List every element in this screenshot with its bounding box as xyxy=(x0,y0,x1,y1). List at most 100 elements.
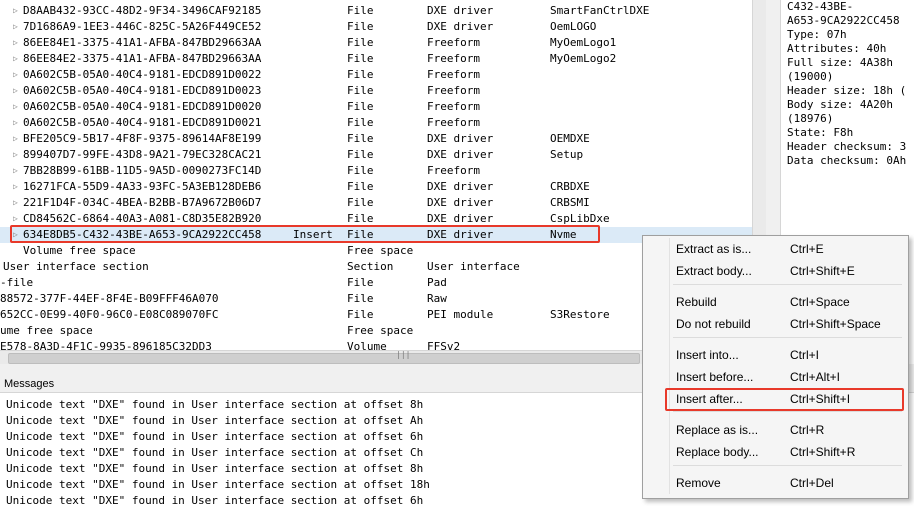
menu-item-insert-into[interactable]: Insert into... Ctrl+I xyxy=(645,345,904,365)
menu-item-shortcut: Ctrl+I xyxy=(790,348,820,362)
messages-title: Messages xyxy=(4,378,55,390)
cell-type: File xyxy=(347,308,374,321)
expand-arrow-icon[interactable]: ▷ xyxy=(13,179,18,195)
cell-type: File xyxy=(347,132,374,145)
tree-row[interactable]: ▷ 634E8DB5-C432-43BE-A653-9CA2922CC458 Ins… xyxy=(0,227,752,243)
cell-text: MyOemLogo1 xyxy=(550,36,617,49)
tree-row[interactable]: ▷ 7D1686A9-1EE3-446C-825C-5A26F449CE52 Fil… xyxy=(0,19,752,35)
message-line[interactable]: Unicode text "DXE" found in User interfa… xyxy=(6,397,423,413)
expand-arrow-icon[interactable]: ▷ xyxy=(13,51,18,67)
menu-item-insert-before[interactable]: Insert before... Ctrl+Alt+I xyxy=(645,367,904,387)
info-line: Body size: 4A20h xyxy=(787,98,893,111)
cell-type: File xyxy=(347,36,374,49)
cell-subtype: Freeform xyxy=(427,36,480,49)
cell-type: File xyxy=(347,148,374,161)
tree-row[interactable]: ▷ 0A602C5B-05A0-40C4-9181-EDCD891D0020 Fil… xyxy=(0,99,752,115)
menu-item-shortcut: Ctrl+Alt+I xyxy=(790,370,841,384)
tree-row[interactable]: ▷ BFE205C9-5B17-4F8F-9375-89614AF8E199 Fil… xyxy=(0,131,752,147)
scrollbar-thumb[interactable] xyxy=(8,353,640,364)
menu-item-do-not-rebuild[interactable]: Do not rebuild Ctrl+Shift+Space xyxy=(645,314,904,334)
tree-row[interactable]: ▷ 0A602C5B-05A0-40C4-9181-EDCD891D0021 Fil… xyxy=(0,115,752,131)
cell-text: S3Restore xyxy=(550,308,610,321)
cell-type: File xyxy=(347,100,374,113)
expand-arrow-icon[interactable]: ▷ xyxy=(13,195,18,211)
cell-name: BFE205C9-5B17-4F8F-9375-89614AF8E199 xyxy=(23,132,262,145)
structure-tree[interactable]: ▷ D8AAB432-93CC-48D2-9F34-3496CAF92185 Fil… xyxy=(0,0,752,350)
message-line[interactable]: Unicode text "DXE" found in User interfa… xyxy=(6,429,423,445)
cell-subtype: Pad xyxy=(427,276,447,289)
menu-item-label: Insert into... xyxy=(676,348,739,362)
expand-arrow-icon[interactable]: ▷ xyxy=(13,67,18,83)
cell-text: SmartFanCtrlDXE xyxy=(550,4,650,17)
expand-arrow-icon[interactable]: ▷ xyxy=(13,35,18,51)
menu-item-label: Extract as is... xyxy=(676,242,752,256)
cell-name: 86EE84E2-3375-41A1-AFBA-847BD29663AA xyxy=(23,52,262,65)
expand-arrow-icon[interactable]: ▷ xyxy=(13,211,18,227)
cell-subtype: DXE driver xyxy=(427,4,494,17)
message-line[interactable]: Unicode text "DXE" found in User interfa… xyxy=(6,445,423,461)
expand-arrow-icon[interactable]: ▷ xyxy=(13,227,18,243)
tree-row[interactable]: Volume free space Free space xyxy=(0,243,752,259)
tree-row[interactable]: -file File Pad xyxy=(0,275,752,291)
expand-arrow-icon[interactable]: ▷ xyxy=(13,163,18,179)
expand-arrow-icon[interactable]: ▷ xyxy=(13,3,18,19)
info-line: Type: 07h xyxy=(787,28,847,41)
tree-row[interactable]: E578-8A3D-4F1C-9935-896185C32DD3 Volume FF… xyxy=(0,339,752,350)
tree-row[interactable]: ▷ 0A602C5B-05A0-40C4-9181-EDCD891D0022 Fil… xyxy=(0,67,752,83)
tree-row[interactable]: ▷ CD84562C-6864-40A3-A081-C8D35E82B920 Fil… xyxy=(0,211,752,227)
menu-item-replace-as-is[interactable]: Replace as is... Ctrl+R xyxy=(645,420,904,440)
expand-arrow-icon[interactable]: ▷ xyxy=(13,83,18,99)
message-line[interactable]: Unicode text "DXE" found in User interfa… xyxy=(6,413,423,429)
menu-item-replace-body[interactable]: Replace body... Ctrl+Shift+R xyxy=(645,442,904,462)
cell-subtype: DXE driver xyxy=(427,180,494,193)
tree-row[interactable]: ▷ 7BB28B99-61BB-11D5-9A5D-0090273FC14D Fil… xyxy=(0,163,752,179)
tree-row[interactable]: ▷ 16271FCA-55D9-4A33-93FC-5A3EB128DEB6 Fil… xyxy=(0,179,752,195)
expand-arrow-icon[interactable]: ▷ xyxy=(13,115,18,131)
menu-item-extract-as-is[interactable]: Extract as is... Ctrl+E xyxy=(645,239,904,259)
expand-arrow-icon[interactable]: ▷ xyxy=(13,99,18,115)
tree-row[interactable]: ume free space Free space xyxy=(0,323,752,339)
message-line[interactable]: Unicode text "DXE" found in User interfa… xyxy=(6,493,423,506)
tree-row[interactable]: 652CC-0E99-40F0-96C0-E08C089070FC File PEI… xyxy=(0,307,752,323)
cell-subtype: PEI module xyxy=(427,308,494,321)
tree-row[interactable]: ▷ 86EE84E2-3375-41A1-AFBA-847BD29663AA Fil… xyxy=(0,51,752,67)
info-line: C432-43BE- xyxy=(787,0,854,13)
tree-row[interactable]: ▷ D8AAB432-93CC-48D2-9F34-3496CAF92185 Fil… xyxy=(0,3,752,19)
message-line[interactable]: Unicode text "DXE" found in User interfa… xyxy=(6,461,423,477)
message-line[interactable]: Unicode text "DXE" found in User interfa… xyxy=(6,477,430,493)
expand-arrow-icon[interactable]: ▷ xyxy=(13,147,18,163)
tree-row[interactable]: ▷ 899407D7-99FE-43D8-9A21-79EC328CAC21 Fil… xyxy=(0,147,752,163)
info-line: A653-9CA2922CC458 xyxy=(787,14,900,27)
cell-name: Volume free space xyxy=(23,244,136,257)
cell-subtype: DXE driver xyxy=(427,196,494,209)
cell-text: OemLOGO xyxy=(550,20,597,33)
cell-name: 0A602C5B-05A0-40C4-9181-EDCD891D0020 xyxy=(23,100,262,113)
cell-name: 0A602C5B-05A0-40C4-9181-EDCD891D0022 xyxy=(23,68,262,81)
cell-text: Setup xyxy=(550,148,584,161)
tree-row[interactable]: ▷ 0A602C5B-05A0-40C4-9181-EDCD891D0023 Fil… xyxy=(0,83,752,99)
menu-item-rebuild[interactable]: Rebuild Ctrl+Space xyxy=(645,292,904,312)
menu-item-remove[interactable]: Remove Ctrl+Del xyxy=(645,473,904,493)
cell-type: Section xyxy=(347,260,394,273)
menu-separator xyxy=(673,411,902,412)
cell-name: 634E8DB5-C432-43BE-A653-9CA2922CC458 xyxy=(23,228,262,241)
cell-subtype: DXE driver xyxy=(427,228,494,241)
tree-horizontal-scrollbar[interactable]: ||| xyxy=(0,350,752,365)
tree-row[interactable]: ▷ 221F1D4F-034C-4BEA-B2BB-B7A9672B06D7 Fil… xyxy=(0,195,752,211)
menu-item-label: Rebuild xyxy=(676,295,717,309)
cell-subtype: DXE driver xyxy=(427,212,494,225)
info-line: (18976) xyxy=(787,112,834,125)
tree-row[interactable]: 88572-377F-44EF-8F4E-B09FFF46A070 File Raw xyxy=(0,291,752,307)
menu-item-insert-after[interactable]: Insert after... Ctrl+Shift+I xyxy=(645,389,904,409)
tree-row[interactable]: ▷ 86EE84E1-3375-41A1-AFBA-847BD29663AA Fil… xyxy=(0,35,752,51)
expand-arrow-icon[interactable]: ▷ xyxy=(13,19,18,35)
menu-item-extract-body[interactable]: Extract body... Ctrl+Shift+E xyxy=(645,261,904,281)
cell-type: Volume xyxy=(347,340,387,350)
tree-row[interactable]: User interface section Section User interf… xyxy=(0,259,752,275)
cell-text: CspLibDxe xyxy=(550,212,610,225)
context-menu[interactable]: Extract as is... Ctrl+E Extract body... Ctr… xyxy=(642,235,909,499)
cell-subtype: User interface xyxy=(427,260,520,273)
expand-arrow-icon[interactable]: ▷ xyxy=(13,131,18,147)
info-line: Attributes: 40h xyxy=(787,42,887,55)
cell-type: File xyxy=(347,180,374,193)
